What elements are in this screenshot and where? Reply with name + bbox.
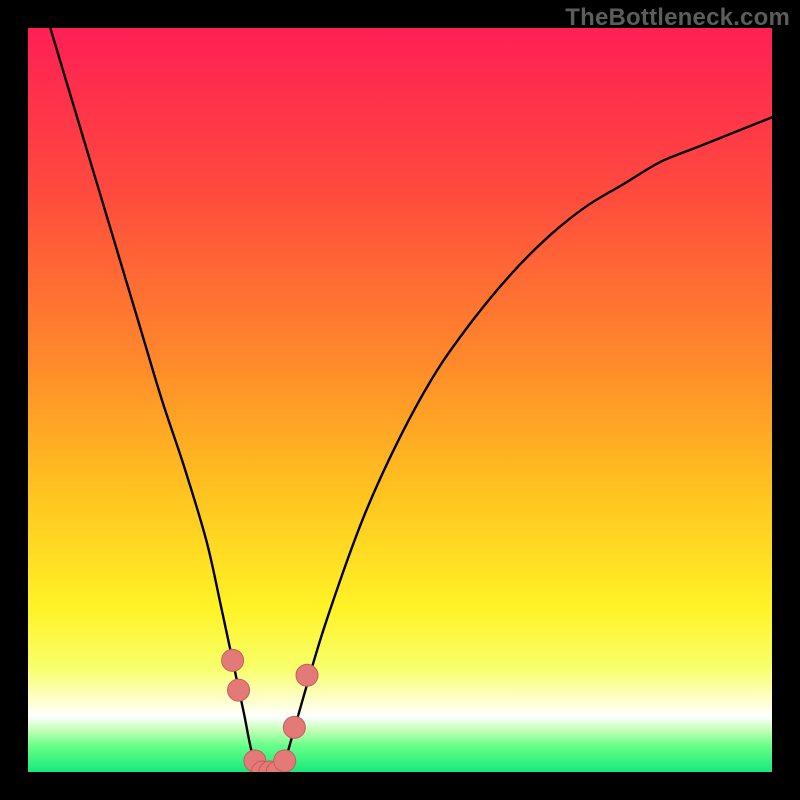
chart-svg	[28, 28, 772, 772]
curve-marker	[228, 679, 250, 701]
curve-marker	[222, 649, 244, 671]
watermark-text: TheBottleneck.com	[565, 4, 790, 32]
curve-marker	[274, 750, 296, 772]
gradient-background	[28, 28, 772, 772]
curve-marker	[296, 664, 318, 686]
chart-frame: TheBottleneck.com	[0, 0, 800, 800]
plot-area	[28, 28, 772, 772]
curve-marker	[283, 716, 305, 738]
